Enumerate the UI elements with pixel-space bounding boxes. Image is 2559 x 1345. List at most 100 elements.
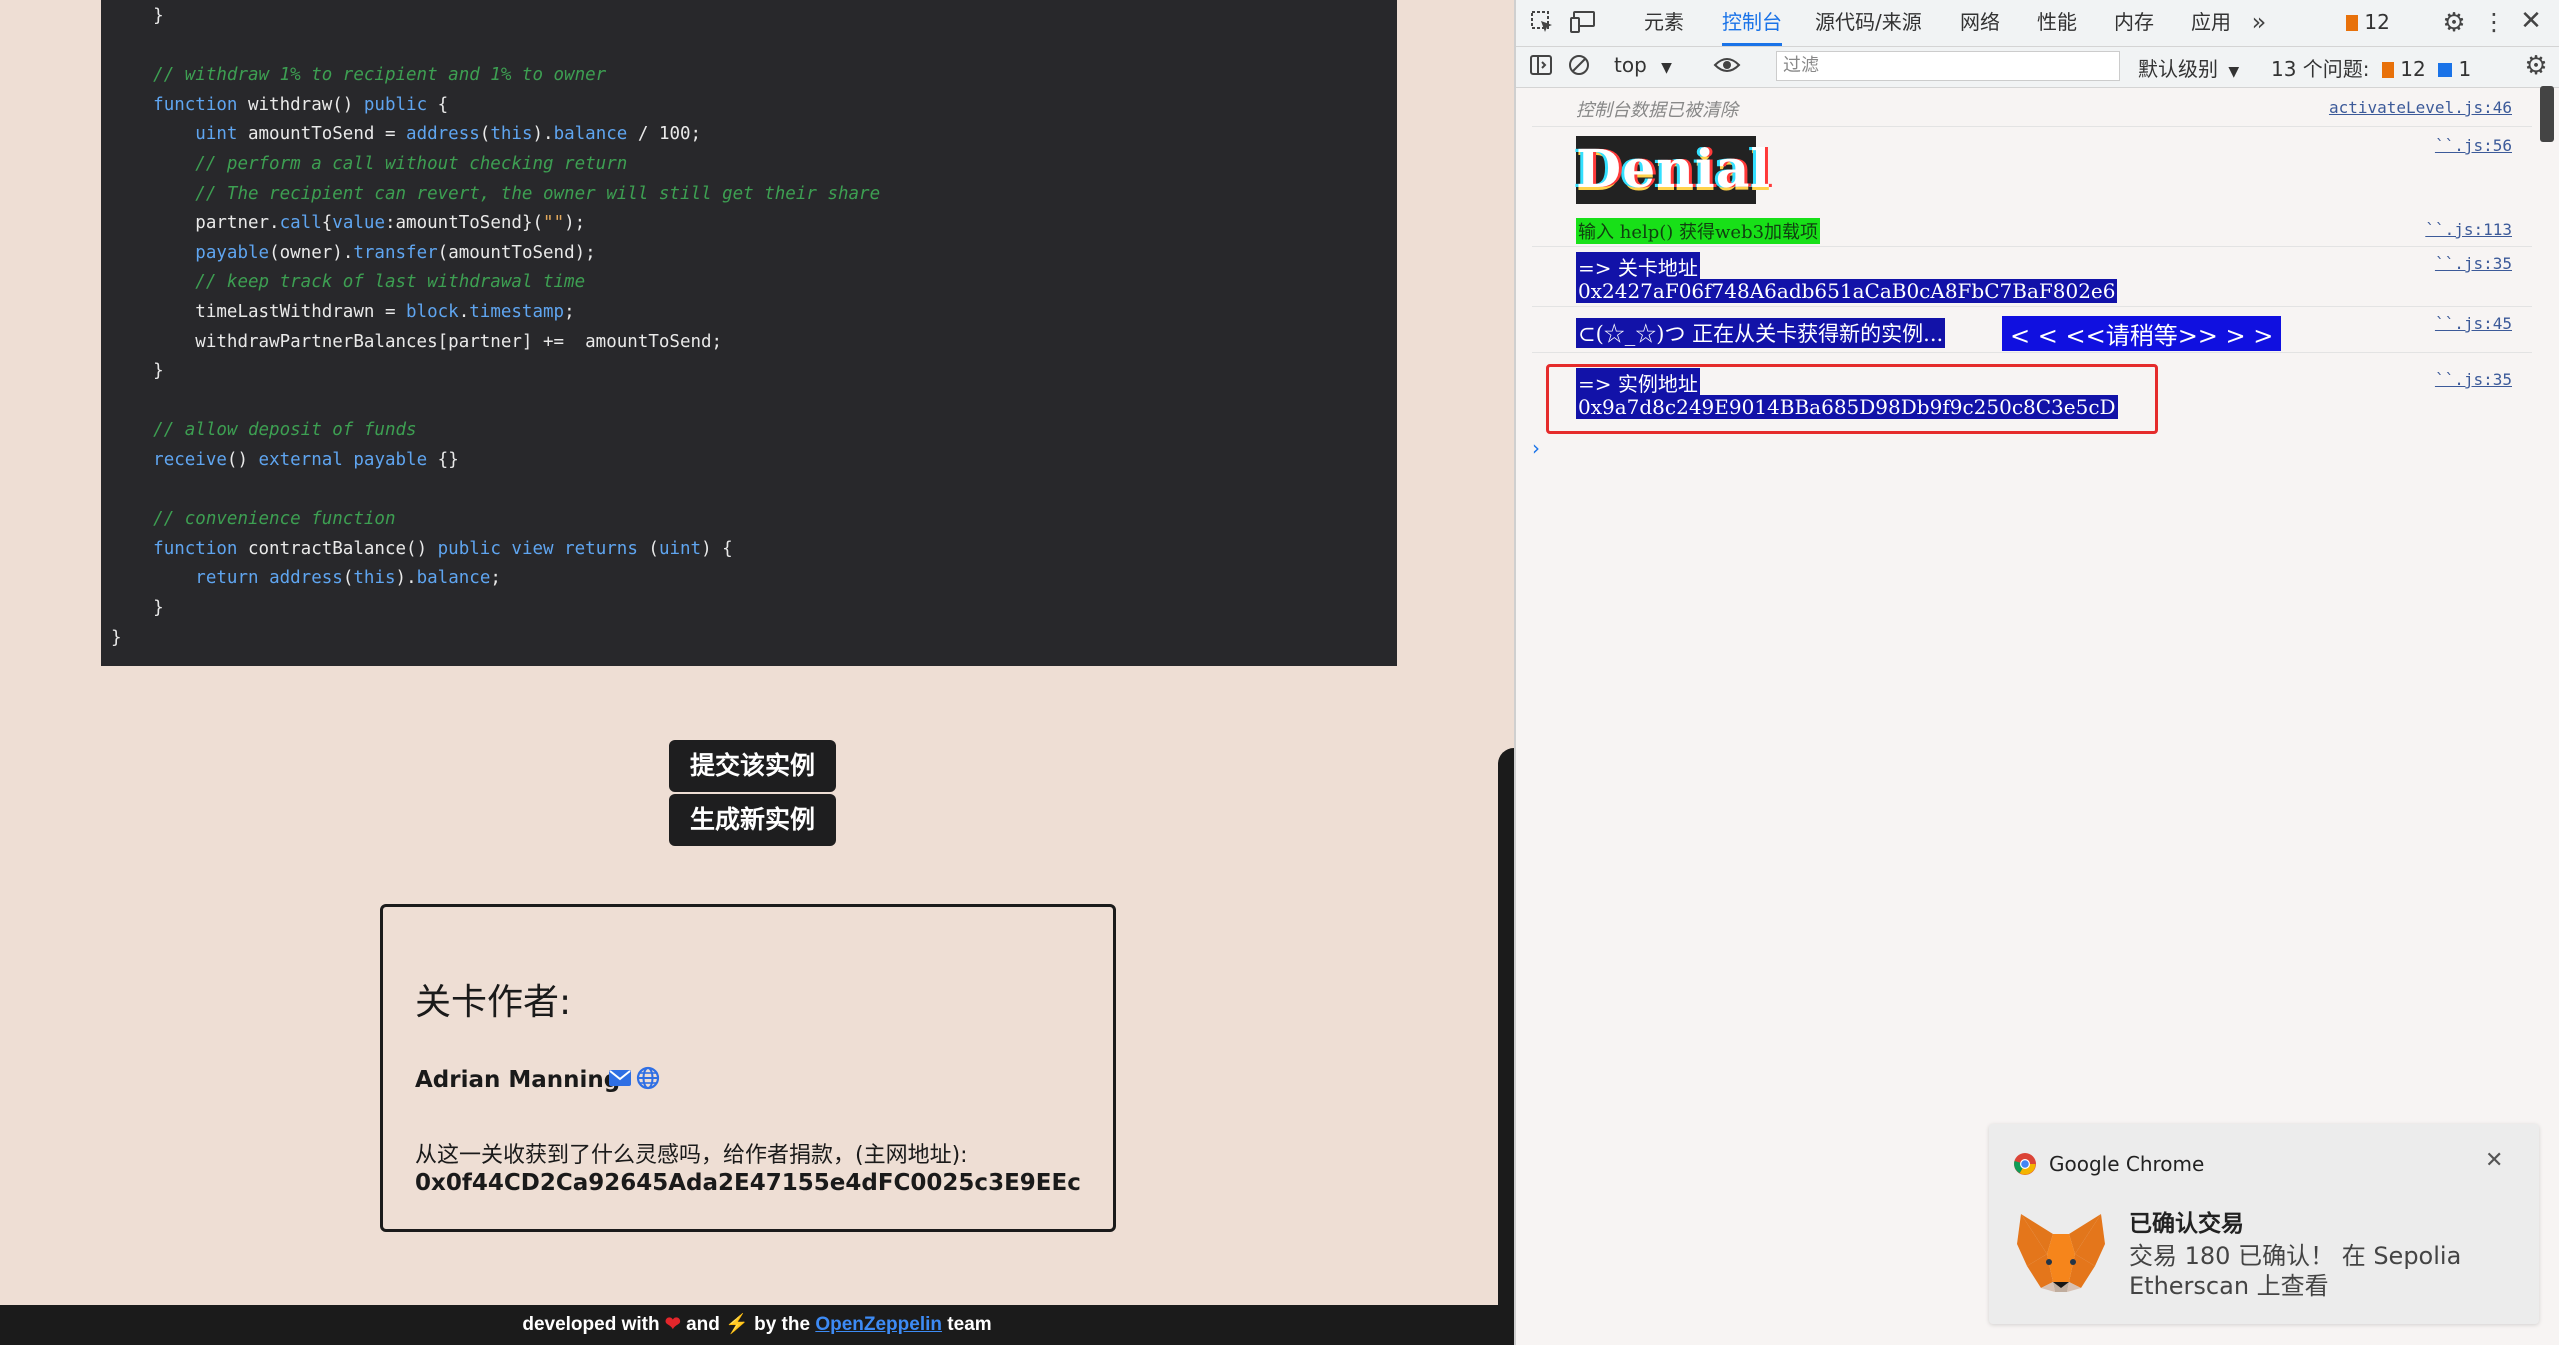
console-row-fetching: ⊂(☆_☆)つ 正在从关卡获得新的实例... < < <<请稍等>> > > `… <box>1532 306 2532 353</box>
source-link[interactable]: activateLevel.js:46 <box>2329 98 2512 117</box>
code-token: transfer <box>353 242 438 263</box>
chrome-notification[interactable]: Google Chrome ✕ 已确认交易 交易 180 已确认！ 在 Sepo… <box>1989 1124 2539 1324</box>
lightning-icon: ⚡ <box>725 1314 749 1335</box>
tab-network[interactable]: 网络 <box>1960 0 2000 46</box>
code-line: // perform a call without checking retur… <box>111 150 627 179</box>
help-message: 输入 help() 获得web3加载项 <box>1576 218 1821 244</box>
more-tabs-icon[interactable]: » <box>2246 8 2272 36</box>
code-token: } <box>153 6 164 26</box>
code-token: {} <box>427 450 459 470</box>
code-token: :amountToSend}( <box>384 213 544 234</box>
sidebar-toggle-icon[interactable] <box>1528 53 1554 83</box>
code-token: ; <box>490 568 501 589</box>
footer-by-the: by the <box>754 1314 811 1335</box>
code-token: uint <box>195 124 238 145</box>
inspect-element-icon[interactable] <box>1528 10 1556 40</box>
code-token: payable <box>353 450 428 470</box>
code-token: ( <box>479 124 491 145</box>
code-token: value <box>332 213 385 234</box>
author-heading: 关卡作者: <box>415 982 572 1023</box>
code-token: // keep track of last withdrawal time <box>195 272 586 293</box>
console-settings-gear-icon[interactable]: ⚙ <box>2522 51 2550 81</box>
code-line: payable(owner).transfer(amountToSend); <box>111 239 595 268</box>
code-line: // convenience function <box>111 505 395 534</box>
device-toolbar-icon[interactable] <box>1568 10 1598 40</box>
code-token: address <box>269 568 343 589</box>
tab-application[interactable]: 应用 <box>2191 0 2231 46</box>
tab-elements[interactable]: 元素 <box>1644 0 1684 46</box>
close-devtools-icon[interactable]: ✕ <box>2518 6 2544 36</box>
code-token: function <box>153 94 238 115</box>
new-instance-button[interactable]: 生成新实例 <box>669 794 836 846</box>
code-line: } <box>111 357 164 386</box>
code-line: } <box>111 2 164 31</box>
notification-body-line2: Etherscan 上查看 <box>2129 1272 2329 1300</box>
settings-gear-icon[interactable]: ⚙ <box>2440 8 2468 38</box>
code-token: timestamp <box>469 302 565 322</box>
chrome-logo-icon <box>2013 1152 2037 1180</box>
code-line: function withdraw() public { <box>111 91 448 120</box>
code-token: } <box>111 627 122 648</box>
issues-summary[interactable]: 13 个问题: 12 1 <box>2271 53 2471 82</box>
source-link[interactable]: ``.js:35 <box>2435 254 2512 273</box>
code-line: // allow deposit of funds <box>111 416 417 445</box>
issues-badge[interactable]: 12 <box>2346 10 2390 34</box>
code-token: public <box>437 538 501 559</box>
source-link[interactable]: ``.js:113 <box>2425 220 2512 239</box>
tab-performance[interactable]: 性能 <box>2037 0 2077 46</box>
log-levels-dropdown[interactable]: 默认级别 ▼ <box>2138 53 2239 82</box>
warning-flag-icon <box>2381 62 2394 78</box>
issues-warn-count: 12 <box>2400 57 2426 81</box>
code-token: // allow deposit of funds <box>153 420 417 441</box>
clear-console-icon[interactable] <box>1566 53 1592 83</box>
code-token: balance <box>553 124 628 145</box>
code-line: // keep track of last withdrawal time <box>111 268 585 297</box>
page-scrollbar[interactable] <box>1498 748 1514 1308</box>
filter-input[interactable]: 过滤 <box>1776 51 2120 81</box>
code-token: payable <box>195 242 270 263</box>
code-token: address <box>406 124 480 145</box>
email-icon[interactable] <box>608 1067 632 1093</box>
context-selector[interactable]: top ▼ <box>1614 53 1672 77</box>
devtools-tabbar: 元素 控制台 源代码/来源 网络 性能 内存 应用 » 12 ⚙ ⋮ ✕ <box>1516 0 2559 47</box>
level-address-value: 0x2427aF06f748A6adb651aCaB0cA8FbC7BaF802… <box>1576 279 2118 303</box>
source-link[interactable]: ``.js:45 <box>2435 314 2512 333</box>
openzeppelin-link[interactable]: OpenZeppelin <box>815 1314 942 1335</box>
fetching-message: ⊂(☆_☆)つ 正在从关卡获得新的实例... <box>1576 318 1946 348</box>
tab-sources[interactable]: 源代码/来源 <box>1815 0 1922 46</box>
code-token: ( <box>637 538 659 559</box>
code-token: ; <box>564 302 575 322</box>
console-cleared-message: 控制台数据已被清除 <box>1576 100 1738 121</box>
globe-icon[interactable] <box>636 1066 660 1094</box>
code-token: withdrawPartnerBalances[partner] += amou… <box>195 331 723 352</box>
code-line: timeLastWithdrawn = block.timestamp; <box>111 298 575 327</box>
contract-source-code: } // withdraw 1% to recipient and 1% to … <box>101 0 1397 666</box>
tab-console[interactable]: 控制台 <box>1722 0 1782 46</box>
code-line: uint amountToSend = address(this).balanc… <box>111 120 701 149</box>
live-expression-eye-icon[interactable] <box>1712 53 1742 83</box>
code-token: return <box>195 568 259 589</box>
source-link[interactable]: ``.js:56 <box>2435 136 2512 155</box>
console-prompt[interactable]: › <box>1532 436 1540 460</box>
code-token: this <box>353 568 396 589</box>
more-options-icon[interactable]: ⋮ <box>2482 8 2506 36</box>
code-line: return address(this).balance; <box>111 564 501 593</box>
code-token: // perform a call without checking retur… <box>195 154 628 174</box>
code-token: public <box>363 94 428 115</box>
level-page: } // withdraw 1% to recipient and 1% to … <box>0 0 1514 1345</box>
dropdown-arrow-icon: ▼ <box>1661 60 1672 76</box>
info-message-icon <box>2438 63 2453 77</box>
source-link[interactable]: ``.js:35 <box>2435 370 2512 389</box>
console-scrollbar[interactable] <box>2540 86 2554 142</box>
tab-memory[interactable]: 内存 <box>2114 0 2154 46</box>
close-notification-icon[interactable]: ✕ <box>2485 1148 2503 1173</box>
submit-instance-button[interactable]: 提交该实例 <box>669 740 836 792</box>
